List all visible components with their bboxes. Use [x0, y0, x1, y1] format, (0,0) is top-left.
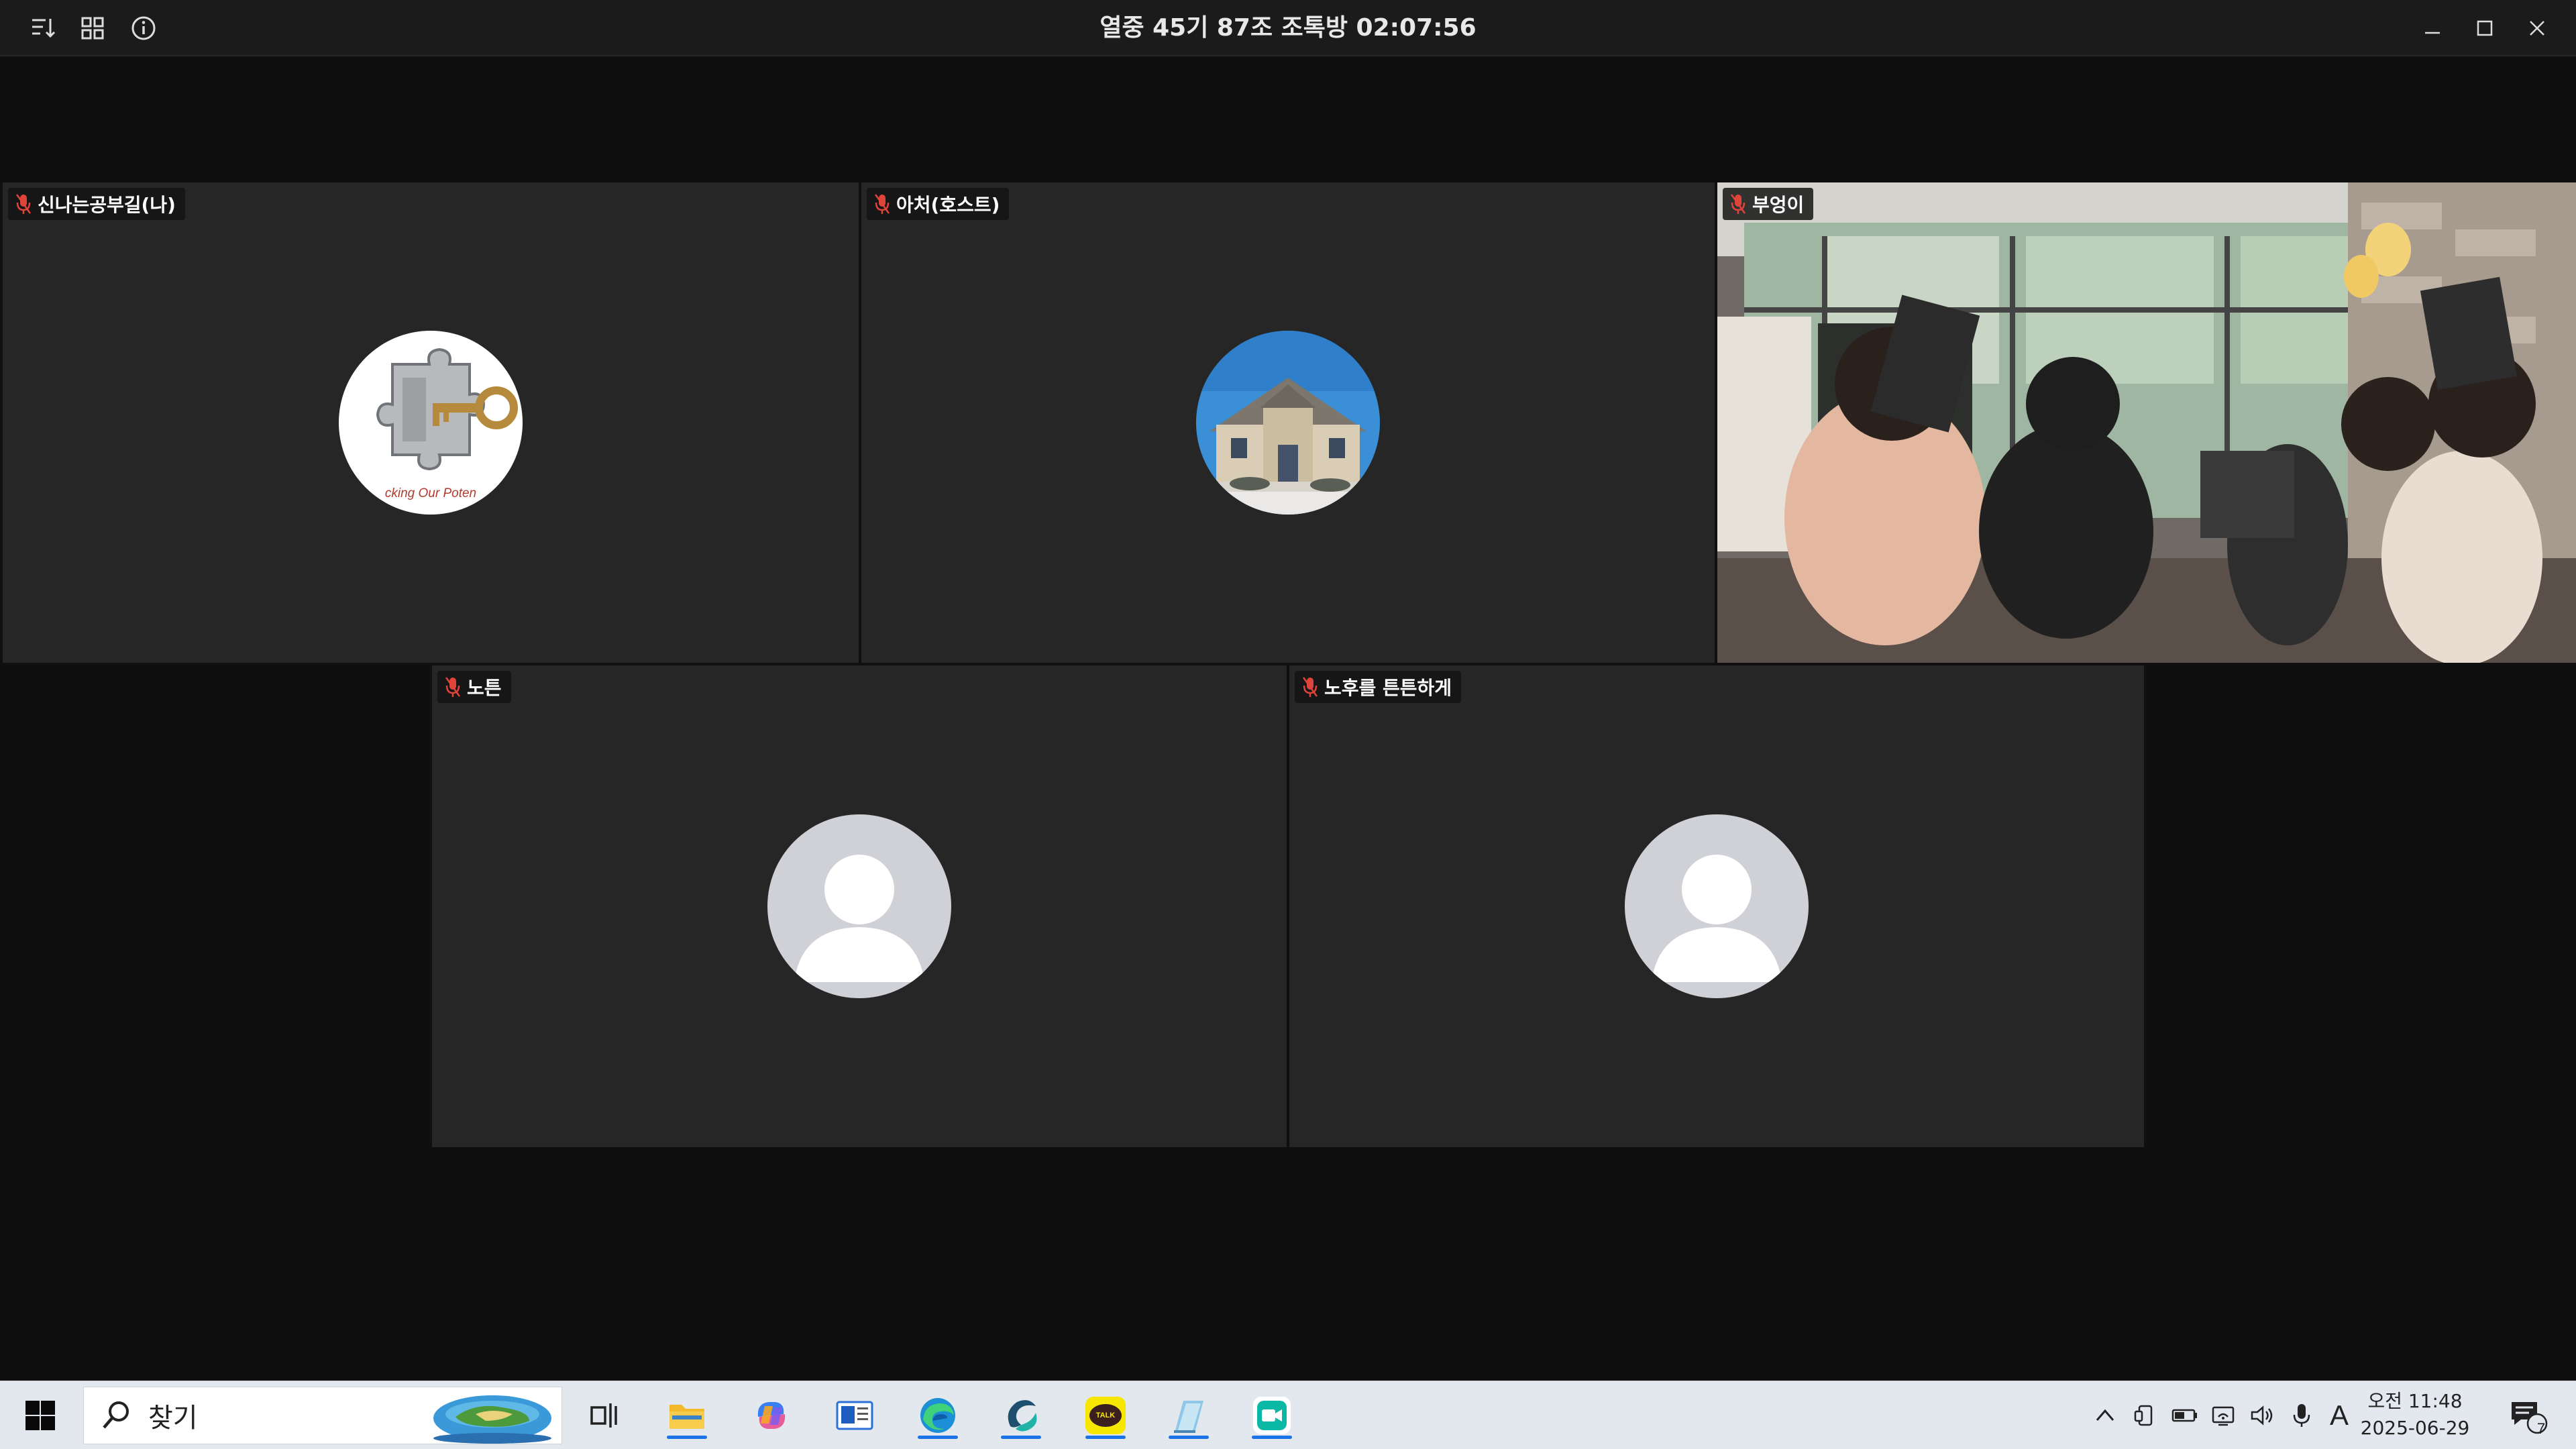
participant-name-tag: 부엉이: [1723, 188, 1814, 220]
notification-center-icon[interactable]: 7: [2501, 1381, 2555, 1449]
participant-tile[interactable]: 아처(호스트): [861, 182, 1715, 663]
taskbar: 찾기 TALK A 오전 11:48 2025-06-29 7: [0, 1381, 2576, 1449]
video-feed: [1717, 182, 2576, 663]
participant-name: 노튼: [467, 677, 502, 699]
input-method-indicator[interactable]: A: [2322, 1381, 2356, 1449]
default-avatar-icon: [767, 814, 951, 998]
mic-off-icon: [1730, 194, 1746, 214]
running-indicator: [1001, 1436, 1041, 1439]
running-indicator: [667, 1436, 707, 1439]
participant-name: 노후를 튼튼하게: [1324, 677, 1452, 699]
windows-start-icon[interactable]: [12, 1391, 68, 1440]
house-photo-avatar: [1196, 331, 1380, 515]
mic-off-icon: [15, 194, 32, 214]
copilot-icon[interactable]: [743, 1391, 800, 1440]
participant-name-tag: 노튼: [437, 671, 511, 703]
app-swirl-icon[interactable]: [993, 1391, 1049, 1440]
taskbar-search-box[interactable]: 찾기: [83, 1387, 562, 1444]
running-indicator: [918, 1436, 958, 1439]
edge-browser-icon[interactable]: [910, 1391, 966, 1440]
mic-off-icon: [445, 677, 461, 697]
search-label: 찾기: [148, 1403, 198, 1434]
default-avatar-icon: [1625, 814, 1809, 998]
avatar-caption: cking Our Poten: [384, 486, 477, 500]
participant-name-tag: 신나는공부길(나): [8, 188, 185, 220]
puzzle-key-avatar: cking Our Poten: [339, 331, 523, 515]
participant-name-tag: 노후를 튼튼하게: [1295, 671, 1462, 703]
battery-icon[interactable]: [2167, 1381, 2203, 1449]
notification-count-badge: 7: [2536, 1420, 2546, 1437]
participant-tile[interactable]: 신나는공부길(나) cking Our Poten: [3, 182, 859, 663]
file-explorer-icon[interactable]: [659, 1391, 715, 1440]
running-indicator: [1169, 1436, 1209, 1439]
participant-name: 신나는공부길(나): [38, 194, 176, 216]
minimize-button[interactable]: [2412, 12, 2453, 44]
search-highlight-icon: [433, 1395, 551, 1444]
news-icon[interactable]: [826, 1391, 883, 1440]
participant-tile[interactable]: 노튼: [432, 665, 1287, 1147]
device-sync-icon[interactable]: [2128, 1381, 2164, 1449]
search-icon: [103, 1401, 129, 1429]
participant-tile[interactable]: 노후를 튼튼하게: [1289, 665, 2144, 1147]
title-bar: 열중 45기 87조 조톡방 02:07:56: [0, 0, 2576, 56]
window-title: 열중 45기 87조 조톡방 02:07:56: [1099, 14, 1477, 42]
participant-name: 부엉이: [1752, 194, 1805, 216]
mic-off-icon: [1302, 677, 1318, 697]
participant-tile-video[interactable]: 부엉이: [1717, 182, 2576, 663]
video-meeting-icon[interactable]: [1244, 1391, 1300, 1440]
task-view-icon[interactable]: [576, 1391, 632, 1440]
participant-name: 아처(호스트): [896, 194, 1000, 216]
maximize-button[interactable]: [2465, 12, 2505, 44]
kakaotalk-label: TALK: [1089, 1404, 1122, 1427]
running-indicator: [1252, 1436, 1292, 1439]
mic-off-icon: [874, 194, 890, 214]
microphone-icon[interactable]: [2285, 1381, 2318, 1449]
participant-name-tag: 아처(호스트): [867, 188, 1010, 220]
show-hidden-icons-chevron-up-icon[interactable]: [2086, 1381, 2124, 1449]
notes-app-icon[interactable]: [1161, 1391, 1217, 1440]
taskbar-clock[interactable]: 오전 11:48 2025-06-29: [2355, 1388, 2475, 1442]
network-icon[interactable]: [2206, 1381, 2242, 1449]
kakaotalk-icon[interactable]: TALK: [1077, 1391, 1134, 1440]
running-indicator: [1085, 1436, 1126, 1439]
clock-time: 오전 11:48: [2367, 1390, 2463, 1412]
volume-icon[interactable]: [2245, 1381, 2281, 1449]
clock-date: 2025-06-29: [2360, 1417, 2470, 1439]
close-button[interactable]: [2517, 12, 2557, 44]
